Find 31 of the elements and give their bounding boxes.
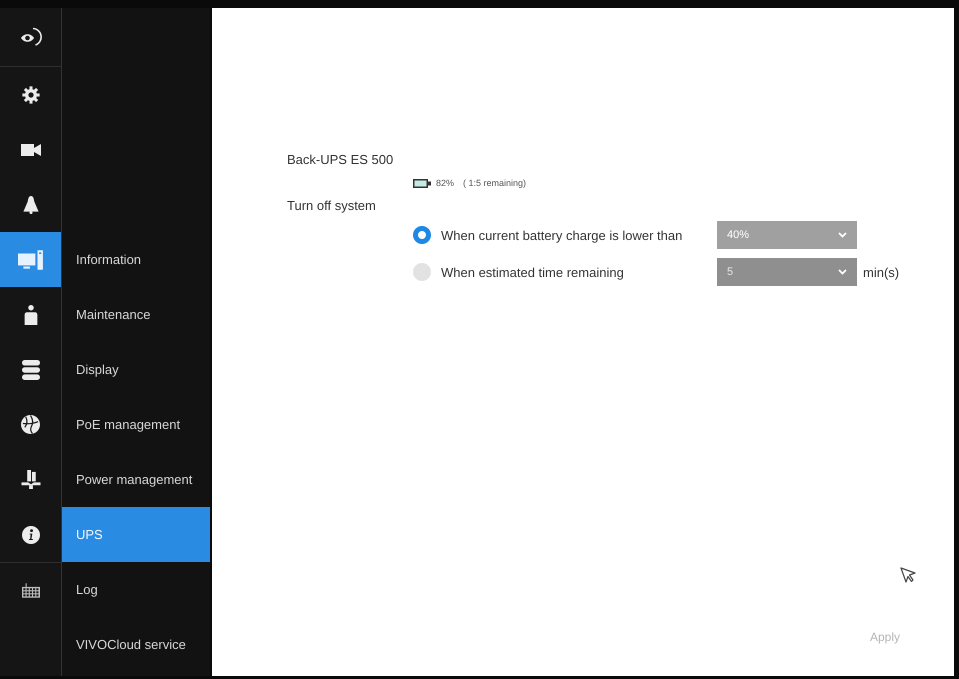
submenu-item[interactable]: PoE management — [62, 397, 210, 452]
unit-label: min(s) — [862, 264, 900, 280]
radio-button[interactable] — [413, 263, 431, 281]
turn-off-label: Turn off system — [287, 197, 376, 215]
submenu-item[interactable]: Log — [62, 562, 210, 617]
chevron-down-icon — [838, 269, 847, 275]
building-icon — [20, 470, 40, 489]
battery-charge: 82% — [436, 178, 454, 188]
radio-button[interactable] — [413, 226, 431, 244]
submenu-item[interactable]: Power management — [62, 452, 210, 507]
globe-icon — [21, 415, 40, 434]
submenu-item[interactable]: Display — [62, 342, 210, 397]
option-label: When estimated time remaining — [441, 264, 625, 280]
ups-model-name: Back-UPS ES 500 — [287, 151, 394, 169]
person-icon — [24, 304, 38, 324]
settings-icon — [22, 86, 40, 104]
option-label: When current battery charge is lower than — [441, 228, 684, 242]
video-camera-icon — [20, 144, 40, 156]
chevron-down-icon — [838, 232, 847, 238]
eye-icon — [20, 27, 42, 47]
battery-icon — [413, 178, 431, 188]
computer-icon — [18, 250, 44, 270]
bell-icon — [22, 196, 38, 214]
keyboard-icon — [22, 582, 40, 598]
submenu-item[interactable]: Maintenance — [62, 287, 210, 342]
battery-remaining: ( 1:5 remaining) — [463, 178, 526, 188]
submenu-item[interactable]: Information — [62, 232, 210, 287]
database-icon — [22, 360, 40, 380]
info-icon — [22, 526, 40, 544]
cursor-icon — [900, 567, 916, 583]
submenu-item[interactable]: VIVOCloud service — [62, 617, 210, 672]
